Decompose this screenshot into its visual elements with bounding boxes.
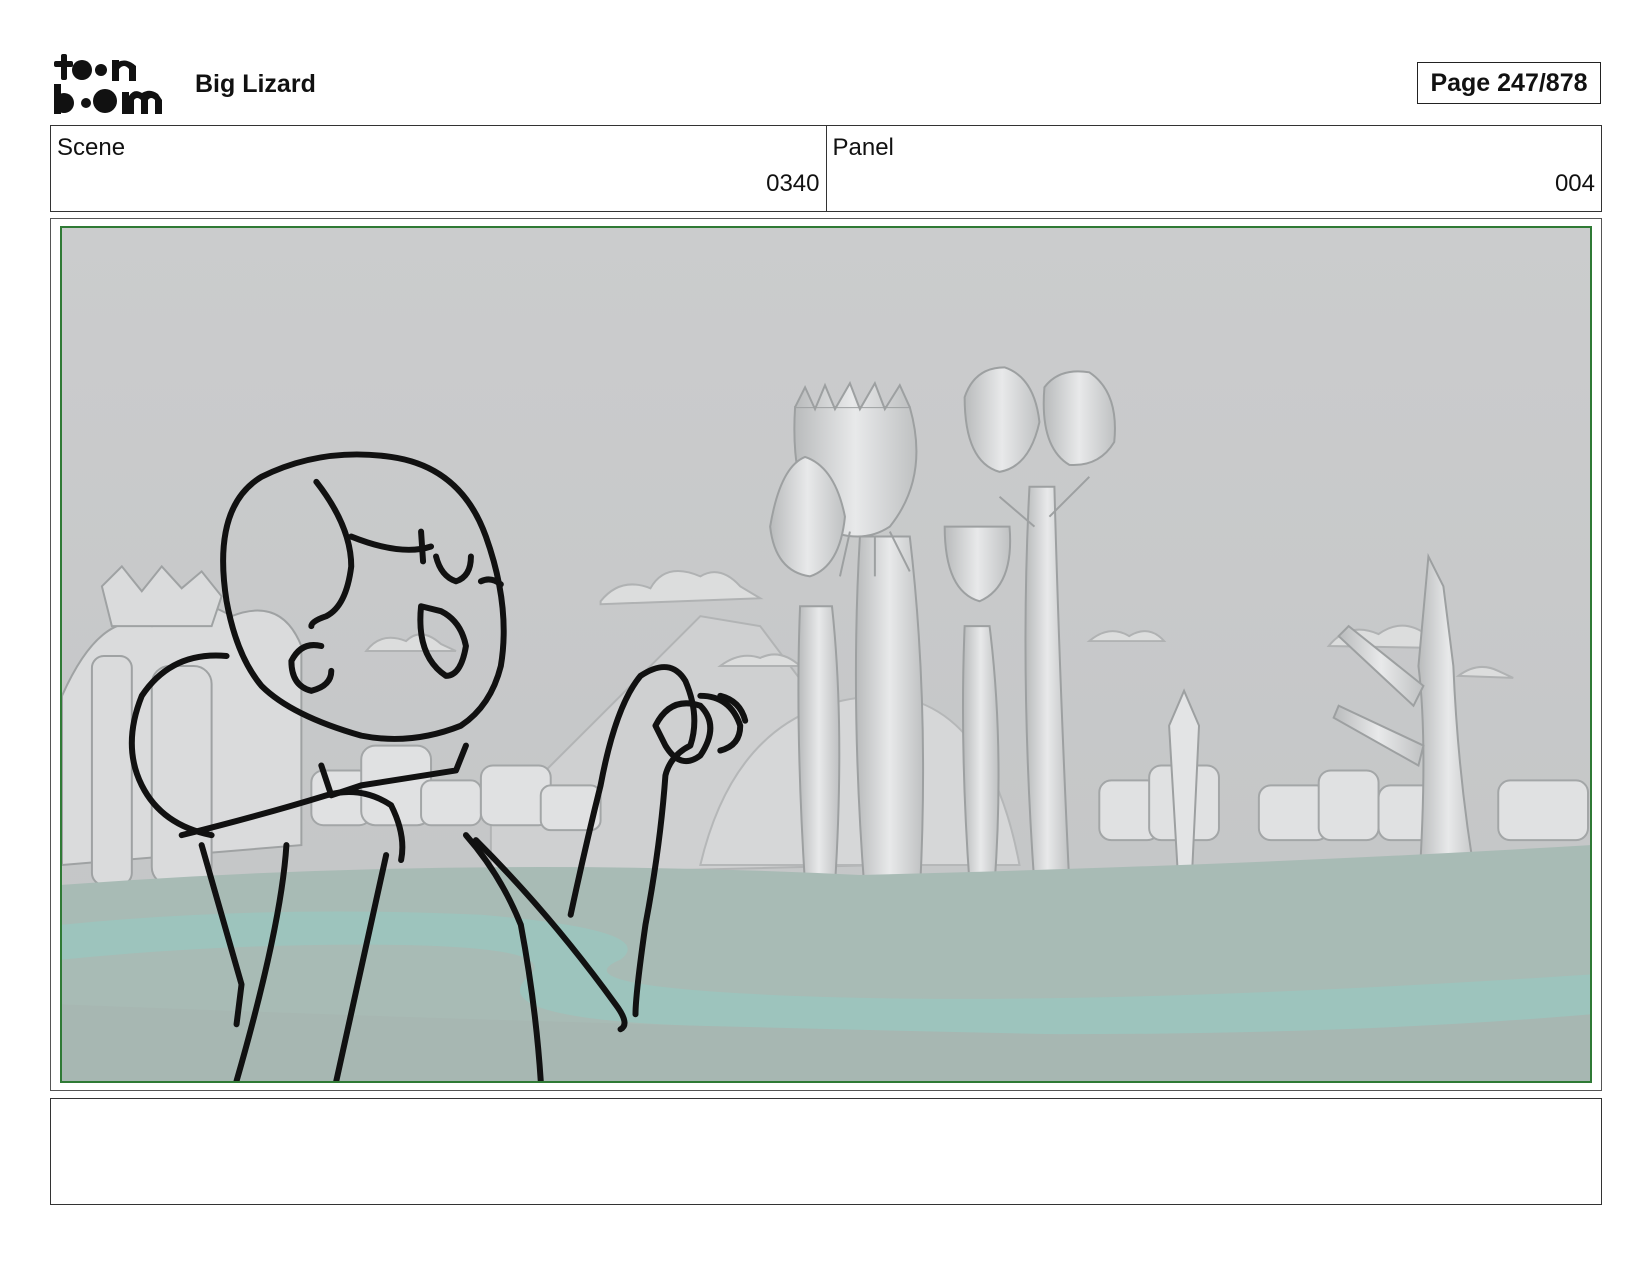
panel-label: Panel — [832, 134, 894, 161]
scene-cell: Scene 0340 — [51, 126, 826, 211]
scene-number: 0340 — [766, 170, 820, 197]
panel-number: 004 — [1554, 170, 1595, 197]
project-title: Big Lizard — [195, 70, 316, 98]
page-number: Page 247/878 — [1417, 62, 1601, 104]
scene-label: Scene — [57, 134, 126, 161]
toon-boom-logo — [54, 54, 162, 114]
panel-cell: Panel 004 — [825, 126, 1602, 211]
storyboard-panel-image — [60, 226, 1592, 1083]
panel-drawing — [62, 228, 1590, 1081]
scene-panel-info: Scene 0340 Panel 004 — [50, 125, 1602, 212]
panel-notes-box — [50, 1098, 1602, 1205]
